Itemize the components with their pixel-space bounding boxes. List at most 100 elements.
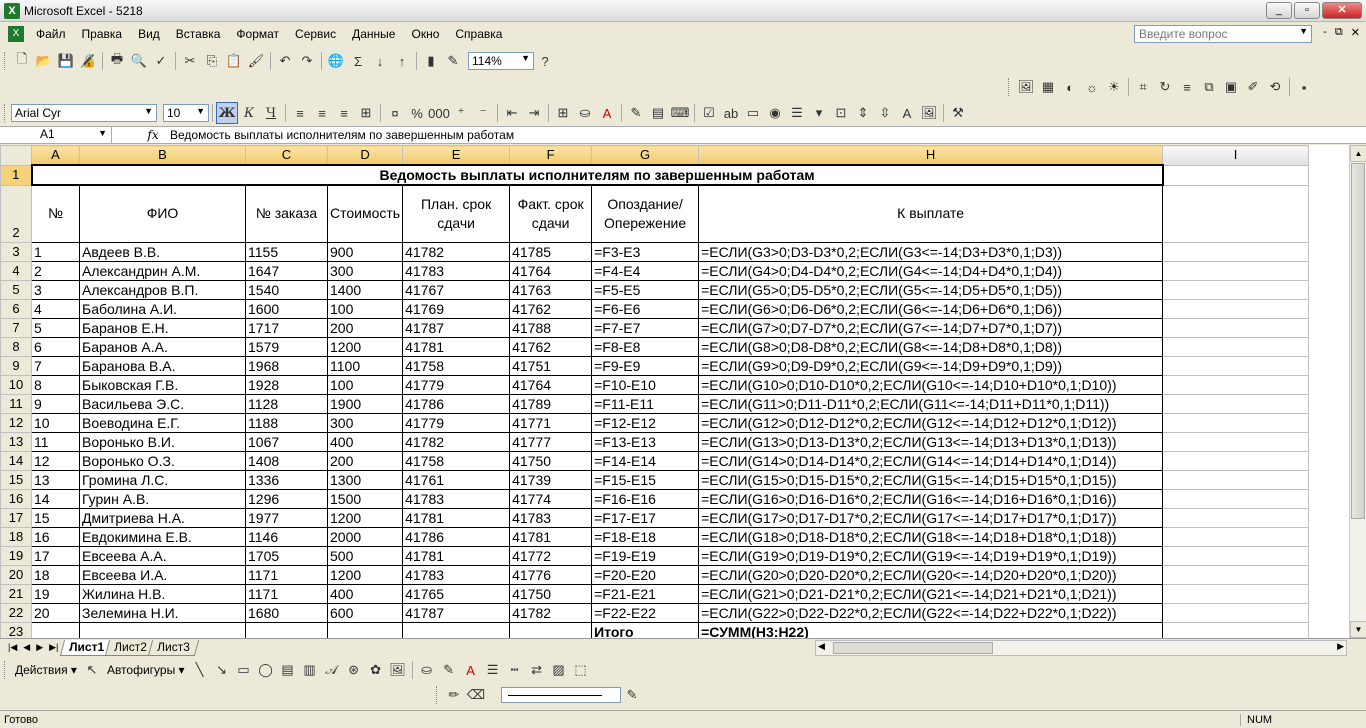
cell[interactable]: 19 — [31, 583, 80, 604]
chart-wizard-icon[interactable]: ▮ — [420, 50, 442, 72]
row-header[interactable]: 7 — [0, 317, 32, 338]
increase-decimal-icon[interactable]: ⁺ — [450, 102, 472, 124]
cell[interactable]: =ЕСЛИ(G22>0;D22-D22*0,2;ЕСЛИ(G22<=-14;D2… — [698, 602, 1164, 623]
line-style-select[interactable] — [501, 687, 621, 703]
cell[interactable]: Александрин А.М. — [79, 260, 246, 281]
rectangle-icon[interactable]: ▭ — [233, 659, 255, 681]
cell[interactable]: 41781 — [402, 545, 511, 566]
cell[interactable]: =ЕСЛИ(G21>0;D21-D21*0,2;ЕСЛИ(G21<=-14;D2… — [698, 583, 1164, 604]
cell[interactable] — [1162, 260, 1310, 281]
cell[interactable]: Евсеева А.А. — [79, 545, 246, 566]
cell[interactable]: 10 — [31, 412, 80, 433]
cell[interactable]: Евсеева И.А. — [79, 564, 246, 585]
column-header-e[interactable]: E — [402, 145, 511, 166]
cell[interactable]: 500 — [326, 545, 404, 566]
clipart-icon[interactable]: ✿ — [365, 659, 387, 681]
cell[interactable]: 41761 — [402, 469, 511, 490]
cell[interactable] — [1162, 279, 1310, 300]
cell[interactable]: 41769 — [402, 298, 511, 319]
cell[interactable] — [1162, 355, 1310, 376]
checkbox-control-icon[interactable]: ☑ — [698, 102, 720, 124]
cell[interactable]: 8 — [31, 374, 80, 395]
cell[interactable]: 1300 — [326, 469, 404, 490]
row-header[interactable]: 8 — [0, 336, 32, 357]
cell[interactable]: =F12-E12 — [591, 412, 700, 433]
cell[interactable]: Дмитриева Н.А. — [79, 507, 246, 528]
row-header[interactable]: 3 — [0, 241, 32, 262]
total-formula-cell[interactable]: =СУММ(H3:H22) — [698, 621, 1164, 638]
cell[interactable]: Воронько О.З. — [79, 450, 246, 471]
cell[interactable]: 41789 — [509, 393, 593, 414]
cell[interactable]: =ЕСЛИ(G18>0;D18-D18*0,2;ЕСЛИ(G18<=-14;D1… — [698, 526, 1164, 547]
menu-help[interactable]: Справка — [447, 27, 510, 41]
doc-restore-button[interactable]: ⧉ — [1335, 26, 1343, 39]
cell[interactable]: 2 — [31, 260, 80, 281]
cell[interactable]: 1200 — [326, 336, 404, 357]
fill-color-icon[interactable]: ⛀ — [574, 102, 596, 124]
compress-icon[interactable]: ⧉ — [1198, 76, 1220, 98]
cell[interactable]: 16 — [31, 526, 80, 547]
header-cell-delay[interactable]: Опоздание/Опережение — [591, 184, 700, 243]
cell[interactable]: 41779 — [402, 374, 511, 395]
font-color-icon[interactable]: A — [460, 659, 482, 681]
cell[interactable]: 41750 — [509, 450, 593, 471]
row-header[interactable]: 14 — [0, 450, 32, 471]
cell[interactable]: =F9-E9 — [591, 355, 700, 376]
scroll-thumb[interactable] — [833, 642, 993, 654]
scroll-down-icon[interactable]: ▼ — [1350, 621, 1366, 638]
toolbar-grip[interactable] — [4, 52, 7, 70]
cell[interactable]: =F14-E14 — [591, 450, 700, 471]
horizontal-scrollbar[interactable]: ◀ ▶ — [815, 640, 1347, 656]
cell[interactable]: 41762 — [509, 336, 593, 357]
cell[interactable] — [1162, 164, 1310, 186]
textbox-control-icon[interactable]: ab — [720, 102, 742, 124]
cell[interactable]: 1900 — [326, 393, 404, 414]
cell[interactable] — [1162, 602, 1310, 623]
cell[interactable]: 41782 — [402, 431, 511, 452]
shadow-style-icon[interactable]: ▨ — [548, 659, 570, 681]
menu-window[interactable]: Окно — [403, 27, 447, 41]
cell[interactable]: 1100 — [326, 355, 404, 376]
line-color-icon[interactable]: ✎ — [438, 659, 460, 681]
cell[interactable]: 41788 — [509, 317, 593, 338]
italic-button[interactable]: К — [238, 102, 260, 124]
cell[interactable]: 41782 — [402, 241, 511, 262]
workbook-icon[interactable]: X — [8, 26, 24, 42]
cell[interactable]: 41783 — [402, 488, 511, 509]
row-header[interactable]: 6 — [0, 298, 32, 319]
row-header[interactable]: 1 — [0, 164, 32, 186]
cell[interactable]: 100 — [326, 374, 404, 395]
currency-icon[interactable]: ¤ — [384, 102, 406, 124]
cell[interactable]: Гурин А.В. — [79, 488, 246, 509]
tab-sheet3[interactable]: Лист3 — [147, 639, 199, 656]
merge-center-icon[interactable]: ⊞ — [355, 102, 377, 124]
cell[interactable]: 41783 — [509, 507, 593, 528]
cell[interactable]: 41777 — [509, 431, 593, 452]
cell[interactable]: 1500 — [326, 488, 404, 509]
row-header[interactable]: 12 — [0, 412, 32, 433]
spin-control-icon[interactable]: ⇕ — [852, 102, 874, 124]
cell[interactable]: 41785 — [509, 241, 593, 262]
set-transparent-icon[interactable]: ✐ — [1242, 76, 1264, 98]
menu-insert[interactable]: Вставка — [168, 27, 229, 41]
row-header[interactable]: 18 — [0, 526, 32, 547]
cell[interactable]: 41758 — [402, 450, 511, 471]
cell[interactable]: 41781 — [402, 336, 511, 357]
sort-descending-icon[interactable]: ↑ — [391, 50, 413, 72]
cell[interactable]: Баранов Е.Н. — [79, 317, 246, 338]
cell[interactable]: 41772 — [509, 545, 593, 566]
cell[interactable]: Быковская Г.В. — [79, 374, 246, 395]
cell[interactable]: 100 — [326, 298, 404, 319]
actions-menu[interactable]: Действия ▾ — [11, 663, 81, 677]
cell[interactable]: 2000 — [326, 526, 404, 547]
cell[interactable]: 5 — [31, 317, 80, 338]
permission-icon[interactable]: 🔏 — [77, 50, 99, 72]
cell[interactable]: 41786 — [402, 393, 511, 414]
worksheet[interactable]: A B C D E F G H I 1 Ведомость выплаты ис… — [0, 145, 1349, 638]
total-label-cell[interactable]: Итого — [591, 621, 700, 638]
cell[interactable] — [1162, 488, 1310, 509]
cell[interactable]: 41781 — [402, 507, 511, 528]
cell[interactable] — [509, 621, 593, 638]
cell[interactable]: 1146 — [245, 526, 328, 547]
minimize-button[interactable]: _ — [1266, 2, 1292, 19]
